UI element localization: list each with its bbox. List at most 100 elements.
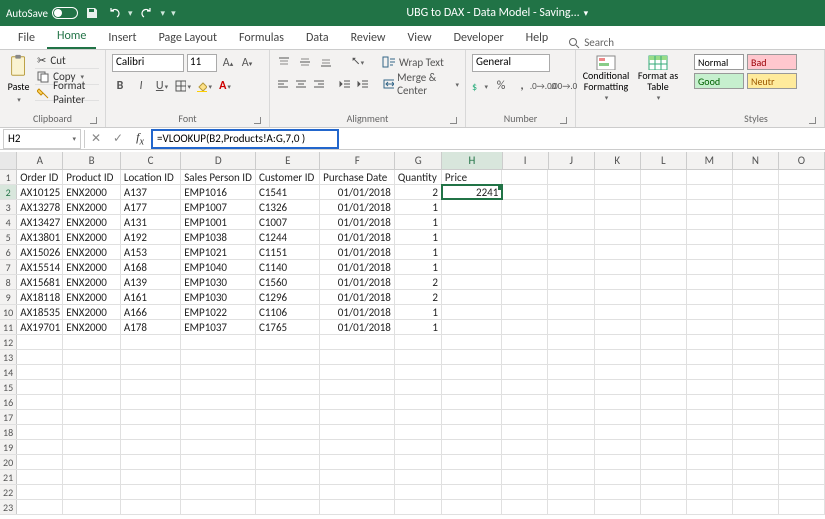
- column-header-F[interactable]: F: [320, 152, 395, 169]
- cell-I6[interactable]: [502, 245, 548, 259]
- cell-N12[interactable]: [733, 335, 779, 349]
- cell-A19[interactable]: [17, 440, 63, 454]
- column-header-K[interactable]: K: [595, 152, 641, 169]
- cell-K12[interactable]: [595, 335, 641, 349]
- row-header-20[interactable]: 20: [0, 455, 17, 469]
- cell-J1[interactable]: [548, 170, 594, 184]
- borders-button[interactable]: ▾: [175, 78, 191, 94]
- cell-L13[interactable]: [641, 350, 687, 364]
- cell-L6[interactable]: [641, 245, 687, 259]
- cell-N18[interactable]: [733, 425, 779, 439]
- cell-N23[interactable]: [733, 500, 779, 514]
- cell-I2[interactable]: [502, 185, 548, 199]
- enter-formula-icon[interactable]: ✓: [107, 131, 129, 146]
- cell-C23[interactable]: [121, 500, 181, 514]
- cell-M9[interactable]: [687, 290, 733, 304]
- align-left-icon[interactable]: [276, 76, 289, 92]
- font-size-select[interactable]: 11: [187, 54, 217, 72]
- cell-L8[interactable]: [641, 275, 687, 289]
- tab-data[interactable]: Data: [296, 26, 339, 49]
- cell-J19[interactable]: [548, 440, 594, 454]
- search-button[interactable]: Search: [568, 36, 614, 49]
- cell-E10[interactable]: C1106: [256, 305, 320, 319]
- cell-D5[interactable]: EMP1038: [181, 230, 256, 244]
- cell-O14[interactable]: [779, 365, 825, 379]
- bold-button[interactable]: B: [112, 78, 128, 94]
- cell-J10[interactable]: [548, 305, 594, 319]
- cell-L5[interactable]: [641, 230, 687, 244]
- cell-B2[interactable]: ENX2000: [63, 185, 121, 199]
- tab-help[interactable]: Help: [516, 26, 559, 49]
- tab-page-layout[interactable]: Page Layout: [149, 26, 227, 49]
- cell-C22[interactable]: [121, 485, 181, 499]
- cell-F21[interactable]: [320, 470, 395, 484]
- cell-E7[interactable]: C1140: [256, 260, 320, 274]
- cell-F16[interactable]: [320, 395, 395, 409]
- column-header-L[interactable]: L: [641, 152, 687, 169]
- cell-M17[interactable]: [687, 410, 733, 424]
- cell-I16[interactable]: [502, 395, 548, 409]
- cell-C2[interactable]: A137: [121, 185, 181, 199]
- cell-H5[interactable]: [442, 230, 502, 244]
- cell-O7[interactable]: [779, 260, 825, 274]
- cell-L20[interactable]: [641, 455, 687, 469]
- row-header-15[interactable]: 15: [0, 380, 17, 394]
- cell-B23[interactable]: [63, 500, 121, 514]
- cell-A14[interactable]: [17, 365, 63, 379]
- cell-B13[interactable]: [63, 350, 121, 364]
- cell-G3[interactable]: 1: [395, 200, 442, 214]
- cell-C5[interactable]: A192: [121, 230, 181, 244]
- cell-L1[interactable]: [641, 170, 687, 184]
- cell-D14[interactable]: [181, 365, 256, 379]
- cell-J9[interactable]: [548, 290, 594, 304]
- row-header-6[interactable]: 6: [0, 245, 17, 259]
- cell-H11[interactable]: [442, 320, 502, 334]
- cell-I7[interactable]: [502, 260, 548, 274]
- cell-N15[interactable]: [733, 380, 779, 394]
- cell-D1[interactable]: Sales Person ID: [181, 170, 256, 184]
- cell-I17[interactable]: [502, 410, 548, 424]
- cell-A20[interactable]: [17, 455, 63, 469]
- cell-E21[interactable]: [256, 470, 320, 484]
- cell-O20[interactable]: [779, 455, 825, 469]
- increase-decimal-button[interactable]: .0→.00: [535, 78, 551, 94]
- cell-B18[interactable]: [63, 425, 121, 439]
- cell-N6[interactable]: [733, 245, 779, 259]
- cell-H6[interactable]: [442, 245, 502, 259]
- cell-H2[interactable]: 2241: [442, 185, 502, 199]
- cell-G6[interactable]: 1: [395, 245, 442, 259]
- cell-H4[interactable]: [442, 215, 502, 229]
- cell-C6[interactable]: A153: [121, 245, 181, 259]
- align-bottom-icon[interactable]: [318, 54, 334, 70]
- cell-G12[interactable]: [395, 335, 442, 349]
- row-header-16[interactable]: 16: [0, 395, 17, 409]
- cell-A9[interactable]: AX18118: [17, 290, 63, 304]
- align-right-icon[interactable]: [312, 76, 325, 92]
- cell-K11[interactable]: [595, 320, 641, 334]
- cell-J3[interactable]: [548, 200, 594, 214]
- cell-L17[interactable]: [641, 410, 687, 424]
- cell-J23[interactable]: [548, 500, 594, 514]
- cell-O23[interactable]: [779, 500, 825, 514]
- formula-input[interactable]: =VLOOKUP(B2,Products!A:G,7,0 ): [151, 129, 339, 149]
- cell-B10[interactable]: ENX2000: [63, 305, 121, 319]
- cell-G14[interactable]: [395, 365, 442, 379]
- cell-F6[interactable]: 01/01/2018: [320, 245, 395, 259]
- cell-B21[interactable]: [63, 470, 121, 484]
- cell-D16[interactable]: [181, 395, 256, 409]
- cell-F14[interactable]: [320, 365, 395, 379]
- cell-D13[interactable]: [181, 350, 256, 364]
- cell-M15[interactable]: [687, 380, 733, 394]
- cell-N14[interactable]: [733, 365, 779, 379]
- cell-I23[interactable]: [502, 500, 548, 514]
- cell-E16[interactable]: [256, 395, 320, 409]
- cell-C7[interactable]: A168: [121, 260, 181, 274]
- cell-O15[interactable]: [779, 380, 825, 394]
- cell-E12[interactable]: [256, 335, 320, 349]
- cell-E19[interactable]: [256, 440, 320, 454]
- cell-E15[interactable]: [256, 380, 320, 394]
- cell-G11[interactable]: 1: [395, 320, 442, 334]
- cut-button[interactable]: ✂Cut: [35, 54, 99, 69]
- cell-O12[interactable]: [779, 335, 825, 349]
- cell-I22[interactable]: [502, 485, 548, 499]
